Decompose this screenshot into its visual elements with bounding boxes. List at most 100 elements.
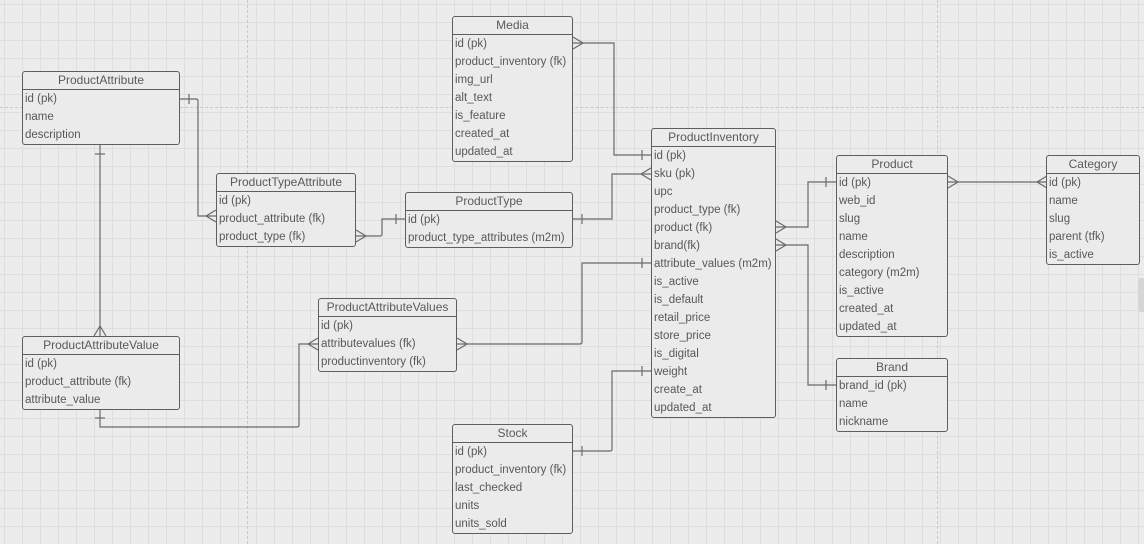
entity-field[interactable]: attribute_values (m2m) (652, 255, 775, 273)
entity-title: ProductType (406, 193, 572, 211)
entity-title: Product (837, 156, 947, 174)
link-productattribute-producttypeattribute (180, 98, 216, 217)
entity-field[interactable]: id (pk) (837, 174, 947, 192)
entity-field[interactable]: brand_id (pk) (837, 377, 947, 395)
entity-title: Stock (453, 425, 572, 443)
entity-field[interactable]: id (pk) (23, 355, 179, 373)
entity-field[interactable]: attributevalues (fk) (319, 335, 456, 353)
entity-producttypeattribute[interactable]: ProductTypeAttribute id (pk) product_att… (216, 173, 356, 247)
entity-field[interactable]: name (837, 395, 947, 413)
entity-field[interactable]: units (453, 497, 572, 515)
entity-field[interactable]: last_checked (453, 479, 572, 497)
entity-field[interactable]: description (23, 126, 179, 144)
entity-field[interactable]: name (1047, 192, 1139, 210)
entity-field[interactable]: id (pk) (217, 192, 355, 210)
entity-field[interactable]: product (fk) (652, 219, 775, 237)
link-productinventory-brand (776, 244, 836, 386)
entity-title: Category (1047, 156, 1139, 174)
entity-field[interactable]: units_sold (453, 515, 572, 533)
entity-field[interactable]: product_attribute (fk) (217, 210, 355, 228)
crow-foot-marker (947, 175, 960, 189)
entity-title: Brand (837, 359, 947, 377)
entity-field[interactable]: img_url (453, 71, 572, 89)
crow-foot-marker (572, 36, 585, 50)
link-producttypeattribute-producttype (356, 218, 405, 237)
entity-field[interactable]: description (837, 246, 947, 264)
entity-productattributevalue[interactable]: ProductAttributeValue id (pk) product_at… (22, 336, 180, 410)
entity-title: Media (453, 17, 572, 35)
entity-field[interactable]: alt_text (453, 89, 572, 107)
entity-brand[interactable]: Brand brand_id (pk) name nickname (836, 358, 948, 432)
crow-foot-marker (775, 238, 788, 252)
link-media-productinventory (573, 42, 651, 156)
link-stock-productinventory (573, 370, 651, 452)
entity-field[interactable]: upc (652, 183, 775, 201)
entity-field[interactable]: name (23, 108, 179, 126)
entity-field[interactable]: attribute_value (23, 391, 179, 409)
entity-field[interactable]: updated_at (837, 318, 947, 336)
entity-field[interactable]: updated_at (453, 143, 572, 161)
entity-field[interactable]: is_active (652, 273, 775, 291)
entity-category[interactable]: Category id (pk) name slug parent (tfk) … (1046, 155, 1140, 265)
entity-field[interactable]: weight (652, 363, 775, 381)
entity-productattributevalues[interactable]: ProductAttributeValues id (pk) attribute… (318, 298, 457, 372)
entity-field[interactable]: id (pk) (23, 90, 179, 108)
side-panel-handle[interactable] (1138, 278, 1144, 312)
entity-stock[interactable]: Stock id (pk) product_inventory (fk) las… (452, 424, 573, 534)
entity-field[interactable]: product_inventory (fk) (453, 53, 572, 71)
entity-field[interactable]: is_default (652, 291, 775, 309)
entity-field[interactable]: product_type (fk) (217, 228, 355, 246)
entity-field[interactable]: nickname (837, 413, 947, 431)
crow-foot-marker (775, 220, 788, 234)
entity-field[interactable]: slug (1047, 210, 1139, 228)
entity-field[interactable]: id (pk) (652, 147, 775, 165)
entity-productattribute[interactable]: ProductAttribute id (pk) name descriptio… (22, 71, 180, 145)
entity-title: ProductTypeAttribute (217, 174, 355, 192)
entity-producttype[interactable]: ProductType id (pk) product_type_attribu… (405, 192, 573, 248)
entity-field[interactable]: is_feature (453, 107, 572, 125)
entity-field[interactable]: id (pk) (453, 35, 572, 53)
entity-productinventory[interactable]: ProductInventory id (pk) sku (pk) upc pr… (651, 128, 776, 418)
entity-field[interactable]: retail_price (652, 309, 775, 327)
entity-field[interactable]: parent (tfk) (1047, 228, 1139, 246)
entity-field[interactable]: is_digital (652, 345, 775, 363)
entity-field[interactable]: web_id (837, 192, 947, 210)
entity-field[interactable]: category (m2m) (837, 264, 947, 282)
entity-field[interactable]: id (pk) (319, 317, 456, 335)
entity-field[interactable]: name (837, 228, 947, 246)
entity-product[interactable]: Product id (pk) web_id slug name descrip… (836, 155, 948, 337)
entity-title: ProductAttribute (23, 72, 179, 90)
entity-title: ProductAttributeValue (23, 337, 179, 355)
entity-field[interactable]: product_type (fk) (652, 201, 775, 219)
entity-field[interactable]: brand(fk) (652, 237, 775, 255)
entity-field[interactable]: create_at (652, 381, 775, 399)
entity-field[interactable]: product_inventory (fk) (453, 461, 572, 479)
link-productinventory-product (776, 181, 836, 228)
entity-field[interactable]: is_active (837, 282, 947, 300)
link-productattributevalues-productinventory (457, 262, 651, 345)
entity-field[interactable]: id (pk) (406, 211, 572, 229)
page-break-vertical (247, 0, 248, 544)
crow-foot-marker (306, 337, 319, 351)
entity-field[interactable]: created_at (453, 125, 572, 143)
link-producttype-productinventory (573, 173, 651, 220)
crow-foot-marker (93, 324, 107, 337)
entity-field[interactable]: store_price (652, 327, 775, 345)
entity-field[interactable]: id (pk) (1047, 174, 1139, 192)
entity-field[interactable]: product_type_attributes (m2m) (406, 229, 572, 247)
entity-field[interactable]: sku (pk) (652, 165, 775, 183)
entity-field[interactable]: product_attribute (fk) (23, 373, 179, 391)
crow-foot-marker (639, 167, 652, 181)
entity-field[interactable]: productinventory (fk) (319, 353, 456, 371)
entity-title: ProductInventory (652, 129, 775, 147)
entity-field[interactable]: created_at (837, 300, 947, 318)
crow-foot-marker (355, 229, 368, 243)
entity-field[interactable]: slug (837, 210, 947, 228)
entity-field[interactable]: updated_at (652, 399, 775, 417)
crow-foot-marker (204, 209, 217, 223)
entity-title: ProductAttributeValues (319, 299, 456, 317)
crow-foot-marker (456, 337, 469, 351)
entity-field[interactable]: is_active (1047, 246, 1139, 264)
entity-field[interactable]: id (pk) (453, 443, 572, 461)
entity-media[interactable]: Media id (pk) product_inventory (fk) img… (452, 16, 573, 162)
